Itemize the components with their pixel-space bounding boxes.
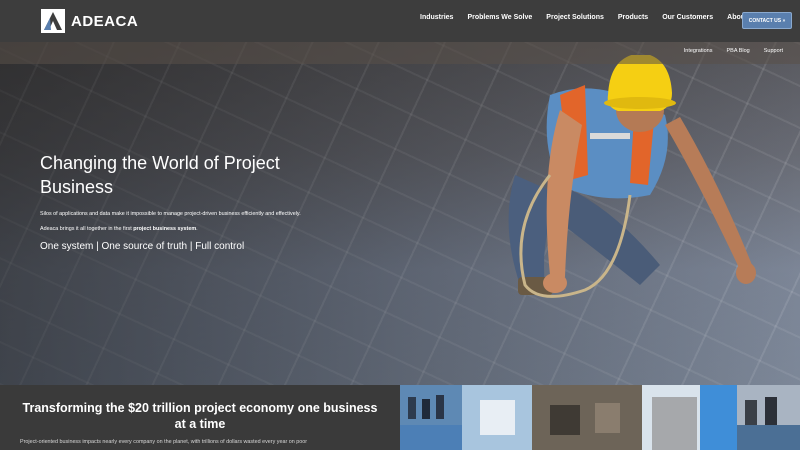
brand-name: ADEACA <box>71 12 139 30</box>
main-nav: Industries Problems We Solve Project Sol… <box>420 14 772 21</box>
hero-p2-suffix: . <box>196 226 198 232</box>
intro-title: Transforming the $20 trillion project ec… <box>22 401 378 431</box>
nav-project-solutions[interactable]: Project Solutions <box>546 14 604 21</box>
top-navigation-bar: ADEACA Industries Problems We Solve Proj… <box>0 0 800 42</box>
intro-section: Transforming the $20 trillion project ec… <box>0 385 400 450</box>
subnav-integrations[interactable]: Integrations <box>684 48 713 54</box>
adeaca-logo-icon <box>41 9 65 33</box>
industry-photo-collage <box>400 385 800 450</box>
nav-industries[interactable]: Industries <box>420 14 453 21</box>
nav-our-customers[interactable]: Our Customers <box>662 14 713 21</box>
nav-problems-we-solve[interactable]: Problems We Solve <box>467 14 532 21</box>
hero-p2-bold: project business system <box>133 226 197 232</box>
intro-text: Project-oriented business impacts nearly… <box>20 439 308 445</box>
brand-logo[interactable]: ADEACA <box>41 9 138 33</box>
hero-description: Silos of applications and data make it i… <box>40 211 301 217</box>
contact-us-button[interactable]: CONTACT US » <box>742 12 792 29</box>
subnav-support[interactable]: Support <box>764 48 783 54</box>
subnav-pba-blog[interactable]: PBA Blog <box>726 48 749 54</box>
hero-title: Changing the World of Project Business <box>40 153 280 197</box>
hero-tagline: One system | One source of truth | Full … <box>40 241 245 252</box>
hero-p2-prefix: Adeaca brings it all together in the fir… <box>40 226 134 232</box>
secondary-navigation-bar: Integrations PBA Blog Support <box>0 42 800 64</box>
secondary-links: Integrations PBA Blog Support <box>684 48 783 54</box>
hero-subdescription: Adeaca brings it all together in the fir… <box>40 226 198 232</box>
nav-products[interactable]: Products <box>618 14 648 21</box>
worker-illustration <box>508 55 756 298</box>
